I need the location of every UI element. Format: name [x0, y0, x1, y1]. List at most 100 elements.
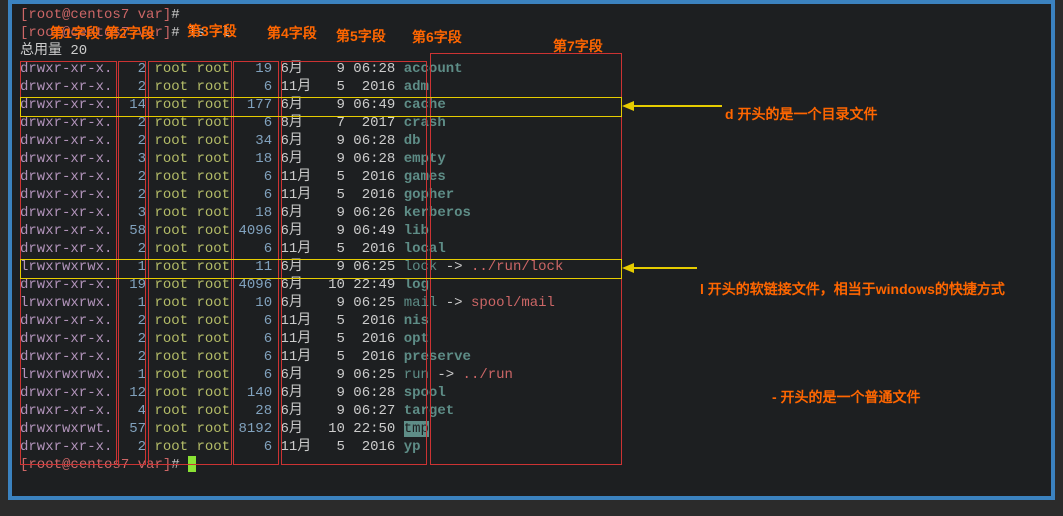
filename: lib	[404, 223, 429, 239]
file-row: drwxr-xr-x. 2 root root 6 11月 5 2016 gam…	[20, 168, 1043, 186]
owner: root	[146, 169, 196, 185]
link-count: 3	[121, 205, 146, 221]
size: 19	[238, 61, 280, 77]
size: 6	[238, 331, 280, 347]
date: 6月 9 06:25	[281, 295, 404, 311]
file-row: drwxr-xr-x. 2 root root 6 11月 5 2016 adm	[20, 78, 1043, 96]
group: root	[196, 133, 238, 149]
filename: empty	[404, 151, 446, 167]
group: root	[196, 241, 238, 257]
link-count: 2	[121, 331, 146, 347]
file-row: drwxr-xr-x. 3 root root 18 6月 9 06:28 em…	[20, 150, 1043, 168]
owner: root	[146, 421, 196, 437]
owner: root	[146, 313, 196, 329]
date: 6月 9 06:27	[281, 403, 404, 419]
file-row: drwxr-xr-x. 19 root root 4096 6月 10 22:4…	[20, 276, 1043, 294]
group: root	[196, 277, 238, 293]
owner: root	[146, 151, 196, 167]
filename: preserve	[404, 349, 471, 365]
owner: root	[146, 205, 196, 221]
date: 11月 5 2016	[281, 169, 404, 185]
perm: lrwxrwxrwx.	[20, 295, 112, 311]
terminal-window[interactable]: [root@centos7 var]# [root@centos7 var]# …	[8, 0, 1055, 500]
size: 11	[238, 259, 280, 275]
filename: lock	[404, 259, 438, 275]
file-row: drwxr-xr-x. 2 root root 6 11月 5 2016 yp	[20, 438, 1043, 456]
perm: drwxr-xr-x.	[20, 187, 112, 203]
file-row: drwxr-xr-x. 58 root root 4096 6月 9 06:49…	[20, 222, 1043, 240]
size: 6	[238, 169, 280, 185]
perm: drwxr-xr-x.	[20, 313, 112, 329]
link-count: 1	[121, 259, 146, 275]
date: 6月 10 22:49	[281, 277, 404, 293]
size: 4096	[238, 223, 280, 239]
perm: drwxr-xr-x.	[20, 241, 112, 257]
perm: drwxr-xr-x.	[20, 403, 112, 419]
perm: lrwxrwxrwx.	[20, 259, 112, 275]
file-listing: drwxr-xr-x. 2 root root 19 6月 9 06:28 ac…	[20, 60, 1043, 456]
size: 4096	[238, 277, 280, 293]
date: 6月 9 06:26	[281, 205, 404, 221]
group: root	[196, 439, 238, 455]
perm: drwxr-xr-x.	[20, 115, 112, 131]
group: root	[196, 259, 238, 275]
owner: root	[146, 97, 196, 113]
file-row: drwxr-xr-x. 2 root root 19 6月 9 06:28 ac…	[20, 60, 1043, 78]
file-row: lrwxrwxrwx. 1 root root 6 6月 9 06:25 run…	[20, 366, 1043, 384]
link-count: 2	[121, 169, 146, 185]
owner: root	[146, 277, 196, 293]
date: 6月 9 06:28	[281, 133, 404, 149]
owner: root	[146, 403, 196, 419]
filename: mail	[404, 295, 438, 311]
group: root	[196, 115, 238, 131]
filename: spool	[404, 385, 446, 401]
date: 11月 5 2016	[281, 313, 404, 329]
group: root	[196, 331, 238, 347]
perm: drwxr-xr-x.	[20, 331, 112, 347]
size: 10	[238, 295, 280, 311]
owner: root	[146, 295, 196, 311]
link-target: spool/mail	[471, 295, 555, 311]
file-row: drwxr-xr-x. 2 root root 6 11月 5 2016 nis	[20, 312, 1043, 330]
perm: drwxr-xr-x.	[20, 133, 112, 149]
file-row: drwxr-xr-x. 2 root root 6 11月 5 2016 opt	[20, 330, 1043, 348]
perm: drwxr-xr-x.	[20, 205, 112, 221]
date: 11月 5 2016	[281, 331, 404, 347]
perm: drwxr-xr-x.	[20, 349, 112, 365]
file-row: drwxr-xr-x. 2 root root 6 11月 5 2016 loc…	[20, 240, 1043, 258]
link-arrow: ->	[437, 295, 471, 311]
owner: root	[146, 385, 196, 401]
size: 6	[238, 313, 280, 329]
link-count: 2	[121, 439, 146, 455]
filename: run	[404, 367, 429, 383]
file-row: drwxr-xr-x. 2 root root 6 8月 7 2017 cras…	[20, 114, 1043, 132]
group: root	[196, 169, 238, 185]
link-count: 1	[121, 367, 146, 383]
date: 6月 9 06:28	[281, 151, 404, 167]
file-row: drwxr-xr-x. 2 root root 34 6月 9 06:28 db	[20, 132, 1043, 150]
size: 6	[238, 241, 280, 257]
filename: target	[404, 403, 454, 419]
perm: drwxr-xr-x.	[20, 385, 112, 401]
date: 8月 7 2017	[281, 115, 404, 131]
filename: nis	[404, 313, 429, 329]
group: root	[196, 61, 238, 77]
link-count: 12	[121, 385, 146, 401]
link-count: 4	[121, 403, 146, 419]
owner: root	[146, 241, 196, 257]
date: 11月 5 2016	[281, 349, 404, 365]
owner: root	[146, 187, 196, 203]
date: 6月 9 06:49	[281, 223, 404, 239]
filename: account	[404, 61, 463, 77]
perm: drwxr-xr-x.	[20, 169, 112, 185]
filename: cache	[404, 97, 446, 113]
perm: lrwxrwxrwx.	[20, 367, 112, 383]
size: 6	[238, 349, 280, 365]
file-row: lrwxrwxrwx. 1 root root 10 6月 9 06:25 ma…	[20, 294, 1043, 312]
filename: kerberos	[404, 205, 471, 221]
file-row: drwxr-xr-x. 2 root root 6 11月 5 2016 gop…	[20, 186, 1043, 204]
group: root	[196, 205, 238, 221]
link-count: 19	[121, 277, 146, 293]
size: 6	[238, 187, 280, 203]
date: 11月 5 2016	[281, 439, 404, 455]
